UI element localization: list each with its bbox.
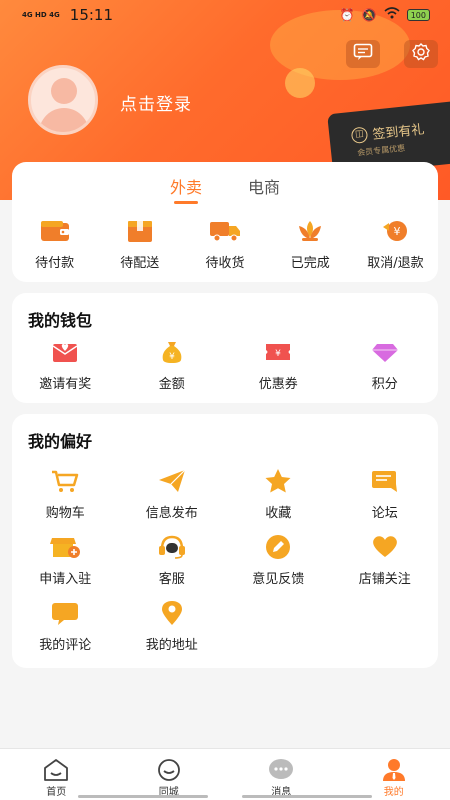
nav-local[interactable]: 同城 xyxy=(113,749,226,800)
item-label: 意见反馈 xyxy=(252,572,305,587)
svg-text:¥: ¥ xyxy=(394,225,401,238)
pencil-icon xyxy=(262,534,294,560)
order-pending-delivery[interactable]: 待配送 xyxy=(97,218,182,271)
user-icon xyxy=(380,757,408,783)
order-pending-receipt[interactable]: 待收货 xyxy=(182,218,267,271)
location-pin-icon xyxy=(156,600,188,626)
gesture-bar xyxy=(78,795,208,798)
home-icon xyxy=(42,757,70,783)
pref-my-address[interactable]: 我的地址 xyxy=(119,600,226,653)
orders-card: 外卖 电商 待付款 待配送 待收货 已完成 ¥ 取消/退款 xyxy=(12,162,438,282)
pref-store-follow[interactable]: 店铺关注 xyxy=(332,534,439,587)
item-label: 取消/退款 xyxy=(367,256,424,271)
order-completed[interactable]: 已完成 xyxy=(268,218,353,271)
preferences-title: 我的偏好 xyxy=(28,432,93,451)
status-bar: 4G HD 4G 15:11 ⏰ 🔕 100 xyxy=(0,0,450,30)
item-label: 邀请有奖 xyxy=(39,377,92,392)
avatar[interactable] xyxy=(20,65,106,135)
envelope-heart-icon xyxy=(49,339,81,365)
diamond-icon xyxy=(369,339,401,365)
item-label: 积分 xyxy=(371,377,398,392)
preferences-card: 我的偏好 购物车 信息发布 收藏 论坛 申请入驻 客服 意见反馈 店铺关注 我的… xyxy=(12,414,438,668)
pref-customer-service[interactable]: 客服 xyxy=(119,534,226,587)
item-label: 信息发布 xyxy=(145,506,198,521)
pref-post-info[interactable]: 信息发布 xyxy=(119,468,226,521)
item-label: 客服 xyxy=(158,572,185,587)
comment-icon xyxy=(49,600,81,626)
tab-ecommerce[interactable]: 电商 xyxy=(248,174,280,204)
pref-my-comments[interactable]: 我的评论 xyxy=(12,600,119,653)
alarm-icon: ⏰ xyxy=(339,7,355,22)
heart-icon xyxy=(369,534,401,560)
svg-text:¥: ¥ xyxy=(169,352,175,362)
lotus-icon xyxy=(294,218,326,244)
item-label: 购物车 xyxy=(45,506,85,521)
refund-icon: ¥ xyxy=(379,218,411,244)
nav-messages[interactable]: 消息 xyxy=(225,749,338,800)
wallet-title: 我的钱包 xyxy=(28,311,93,330)
wifi-icon xyxy=(384,7,400,22)
signin-title: 签到有礼 xyxy=(371,122,426,143)
message-button[interactable] xyxy=(346,40,380,68)
star-icon xyxy=(262,468,294,494)
wallet-invite-reward[interactable]: 邀请有奖 xyxy=(12,339,119,392)
forum-icon xyxy=(369,468,401,494)
chat-icon xyxy=(353,43,373,65)
signin-subtitle: 会员专属优惠 xyxy=(356,143,406,158)
item-label: 金额 xyxy=(158,377,185,392)
item-label: 待收货 xyxy=(205,256,245,271)
header-decoration-dot xyxy=(285,68,315,98)
nav-mine[interactable]: 我的 xyxy=(338,749,450,800)
item-label: 收藏 xyxy=(265,506,292,521)
svg-text:¥: ¥ xyxy=(275,349,281,359)
status-time: 15:11 xyxy=(69,6,114,24)
login-link[interactable]: 点击登录 xyxy=(120,90,192,115)
gesture-bar xyxy=(242,795,372,798)
tab-takeout[interactable]: 外卖 xyxy=(170,174,202,204)
headset-icon xyxy=(156,534,188,560)
coupon-icon: ¥ xyxy=(262,339,294,365)
truck-icon xyxy=(209,218,241,244)
order-pending-payment[interactable]: 待付款 xyxy=(12,218,97,271)
mute-icon: 🔕 xyxy=(361,7,377,22)
pref-forum[interactable]: 论坛 xyxy=(332,468,439,521)
nav-home[interactable]: 首页 xyxy=(0,749,113,800)
paper-plane-icon xyxy=(156,468,188,494)
settings-button[interactable] xyxy=(404,40,438,68)
store-add-icon xyxy=(49,534,81,560)
bottom-nav: 首页 同城 消息 我的 xyxy=(0,748,450,800)
wallet-card: 我的钱包 邀请有奖 ¥ 金额 ¥ 优惠券 积分 xyxy=(12,293,438,403)
item-label: 店铺关注 xyxy=(358,572,411,587)
item-label: 我的地址 xyxy=(145,638,198,653)
pref-shopping-cart[interactable]: 购物车 xyxy=(12,468,119,521)
nav-label: 首页 xyxy=(46,787,67,798)
pref-apply-join[interactable]: 申请入驻 xyxy=(12,534,119,587)
pref-favorites[interactable]: 收藏 xyxy=(225,468,332,521)
item-label: 优惠券 xyxy=(258,377,298,392)
item-label: 申请入驻 xyxy=(39,572,92,587)
cart-icon xyxy=(49,468,81,494)
pref-feedback[interactable]: 意见反馈 xyxy=(225,534,332,587)
item-label: 待付款 xyxy=(35,256,75,271)
nav-label: 我的 xyxy=(383,787,404,798)
order-refund[interactable]: ¥ 取消/退款 xyxy=(353,218,438,271)
chat-dots-icon xyxy=(267,757,295,783)
wallet-points[interactable]: 积分 xyxy=(332,339,439,392)
item-label: 我的评论 xyxy=(39,638,92,653)
gear-icon xyxy=(411,42,431,66)
wallet-icon xyxy=(39,218,71,244)
battery-indicator: 100 xyxy=(406,8,430,21)
network-indicator: 4G HD 4G xyxy=(22,10,60,19)
smile-bubble-icon xyxy=(155,757,183,783)
package-icon xyxy=(124,218,156,244)
money-bag-icon: ¥ xyxy=(156,339,188,365)
item-label: 论坛 xyxy=(371,506,398,521)
wallet-balance[interactable]: ¥ 金额 xyxy=(119,339,226,392)
item-label: 已完成 xyxy=(290,256,330,271)
signin-icon: ◫ xyxy=(350,125,369,144)
wallet-coupons[interactable]: ¥ 优惠券 xyxy=(225,339,332,392)
item-label: 待配送 xyxy=(120,256,160,271)
